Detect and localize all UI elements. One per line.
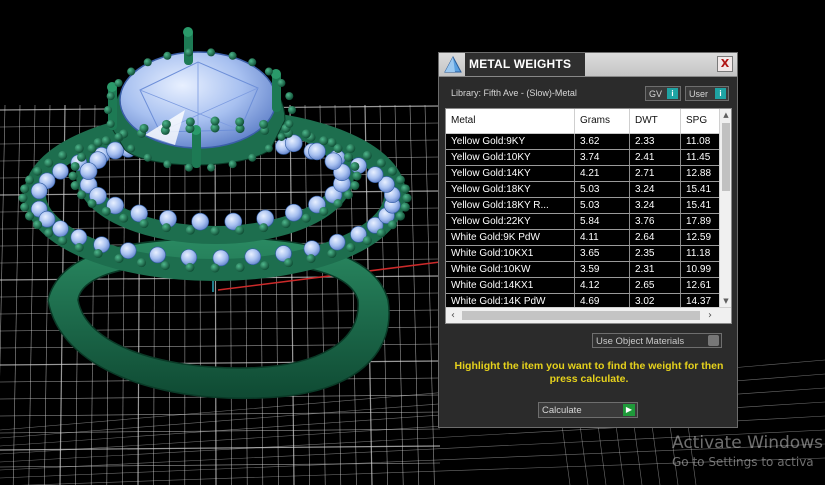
info-icon: i xyxy=(715,88,726,99)
metal-cell: White Gold:14KX1 xyxy=(446,278,575,293)
calculate-button[interactable]: Calculate ▶ xyxy=(538,402,638,418)
metal-cell: Yellow Gold:18KY R... xyxy=(446,198,575,213)
metal-cell: Yellow Gold:10KY xyxy=(446,150,575,165)
info-icon: i xyxy=(667,88,678,99)
metal-cell: White Gold:10KW xyxy=(446,262,575,277)
grams-cell: 5.03 xyxy=(575,198,630,213)
horizontal-scroll-thumb[interactable] xyxy=(462,311,700,320)
metal-cell: White Gold:9K PdW xyxy=(446,230,575,245)
dwt-cell: 2.71 xyxy=(630,166,681,181)
scroll-left-icon[interactable]: ‹ xyxy=(446,308,460,323)
grams-cell: 5.84 xyxy=(575,214,630,229)
metal-cell: Yellow Gold:18KY xyxy=(446,182,575,197)
table-row[interactable]: Yellow Gold:22KY 5.84 3.76 17.89 xyxy=(446,214,731,230)
play-icon: ▶ xyxy=(623,404,635,416)
grams-cell: 3.74 xyxy=(575,150,630,165)
instructions-text: Highlight the item you want to find the … xyxy=(454,360,724,385)
grams-cell: 4.12 xyxy=(575,278,630,293)
calculate-label: Calculate xyxy=(542,405,582,416)
column-header-metal[interactable]: Metal xyxy=(446,109,575,133)
panel-titlebar[interactable]: METAL WEIGHTS X xyxy=(439,53,737,77)
dwt-cell: 3.24 xyxy=(630,198,681,213)
column-header-dwt[interactable]: DWT xyxy=(630,109,681,133)
table-row[interactable]: White Gold:9K PdW 4.11 2.64 12.59 xyxy=(446,230,731,246)
gv-toggle[interactable]: GV i xyxy=(645,86,681,101)
dwt-cell: 2.65 xyxy=(630,278,681,293)
table-row[interactable]: White Gold:10KW 3.59 2.31 10.99 xyxy=(446,262,731,278)
use-object-materials-label: Use Object Materials xyxy=(596,336,685,347)
watermark-title: Activate Windows xyxy=(672,433,823,453)
table-row[interactable]: White Gold:10KX1 3.65 2.35 11.18 xyxy=(446,246,731,262)
horizontal-scrollbar[interactable]: ‹ › xyxy=(446,307,731,323)
vertical-scroll-thumb[interactable] xyxy=(722,123,730,191)
dwt-cell: 2.64 xyxy=(630,230,681,245)
table-row[interactable]: Yellow Gold:9KY 3.62 2.33 11.08 xyxy=(446,134,731,150)
pyramid-logo-icon xyxy=(444,55,462,73)
grams-cell: 3.59 xyxy=(575,262,630,277)
dwt-cell: 2.35 xyxy=(630,246,681,261)
grams-cell: 4.11 xyxy=(575,230,630,245)
metal-cell: White Gold:10KX1 xyxy=(446,246,575,261)
vertical-scrollbar[interactable]: ▲ ▼ xyxy=(719,109,731,307)
table-row[interactable]: Yellow Gold:10KY 3.74 2.41 11.45 xyxy=(446,150,731,166)
scroll-up-icon[interactable]: ▲ xyxy=(720,109,731,121)
close-icon: X xyxy=(720,57,730,70)
grams-cell: 3.62 xyxy=(575,134,630,149)
metal-cell: Yellow Gold:9KY xyxy=(446,134,575,149)
grams-cell: 5.03 xyxy=(575,182,630,197)
activate-windows-watermark: Activate Windows Go to Settings to activ… xyxy=(672,433,823,469)
use-object-materials-toggle[interactable]: Use Object Materials xyxy=(592,333,722,348)
grams-cell: 4.21 xyxy=(575,166,630,181)
panel-title: METAL WEIGHTS xyxy=(469,57,572,71)
close-button[interactable]: X xyxy=(717,56,733,72)
table-row[interactable]: White Gold:14KX1 4.12 2.65 12.61 xyxy=(446,278,731,294)
table-row[interactable]: Yellow Gold:14KY 4.21 2.71 12.88 xyxy=(446,166,731,182)
toggle-knob-icon xyxy=(708,335,719,346)
watermark-subtitle: Go to Settings to activa xyxy=(672,455,814,469)
metal-weights-panel: METAL WEIGHTS X Library: Fifth Ave - (Sl… xyxy=(438,52,738,428)
table-row[interactable]: Yellow Gold:18KY R... 5.03 3.24 15.41 xyxy=(446,198,731,214)
grams-cell: 3.65 xyxy=(575,246,630,261)
user-toggle[interactable]: User i xyxy=(685,86,729,101)
metal-cell: Yellow Gold:22KY xyxy=(446,214,575,229)
metal-table[interactable]: Metal Grams DWT SPG Yellow Gold:9KY 3.62 2… xyxy=(445,108,732,324)
table-row[interactable]: Yellow Gold:18KY 5.03 3.24 15.41 xyxy=(446,182,731,198)
table-header: Metal Grams DWT SPG xyxy=(446,109,731,134)
scroll-down-icon[interactable]: ▼ xyxy=(720,295,731,307)
dwt-cell: 2.33 xyxy=(630,134,681,149)
dwt-cell: 3.76 xyxy=(630,214,681,229)
dwt-cell: 2.41 xyxy=(630,150,681,165)
column-header-spg[interactable]: SPG xyxy=(681,109,721,133)
column-header-grams[interactable]: Grams xyxy=(575,109,630,133)
library-label: Library: Fifth Ave - (Slow)-Metal xyxy=(451,88,577,98)
user-toggle-label: User xyxy=(689,89,709,99)
dwt-cell: 3.24 xyxy=(630,182,681,197)
gv-toggle-label: GV xyxy=(649,89,663,99)
scroll-right-icon[interactable]: › xyxy=(703,308,717,323)
metal-cell: Yellow Gold:14KY xyxy=(446,166,575,181)
table-rows: Yellow Gold:9KY 3.62 2.33 11.08 Yellow Gold:… xyxy=(446,134,731,310)
dwt-cell: 2.31 xyxy=(630,262,681,277)
